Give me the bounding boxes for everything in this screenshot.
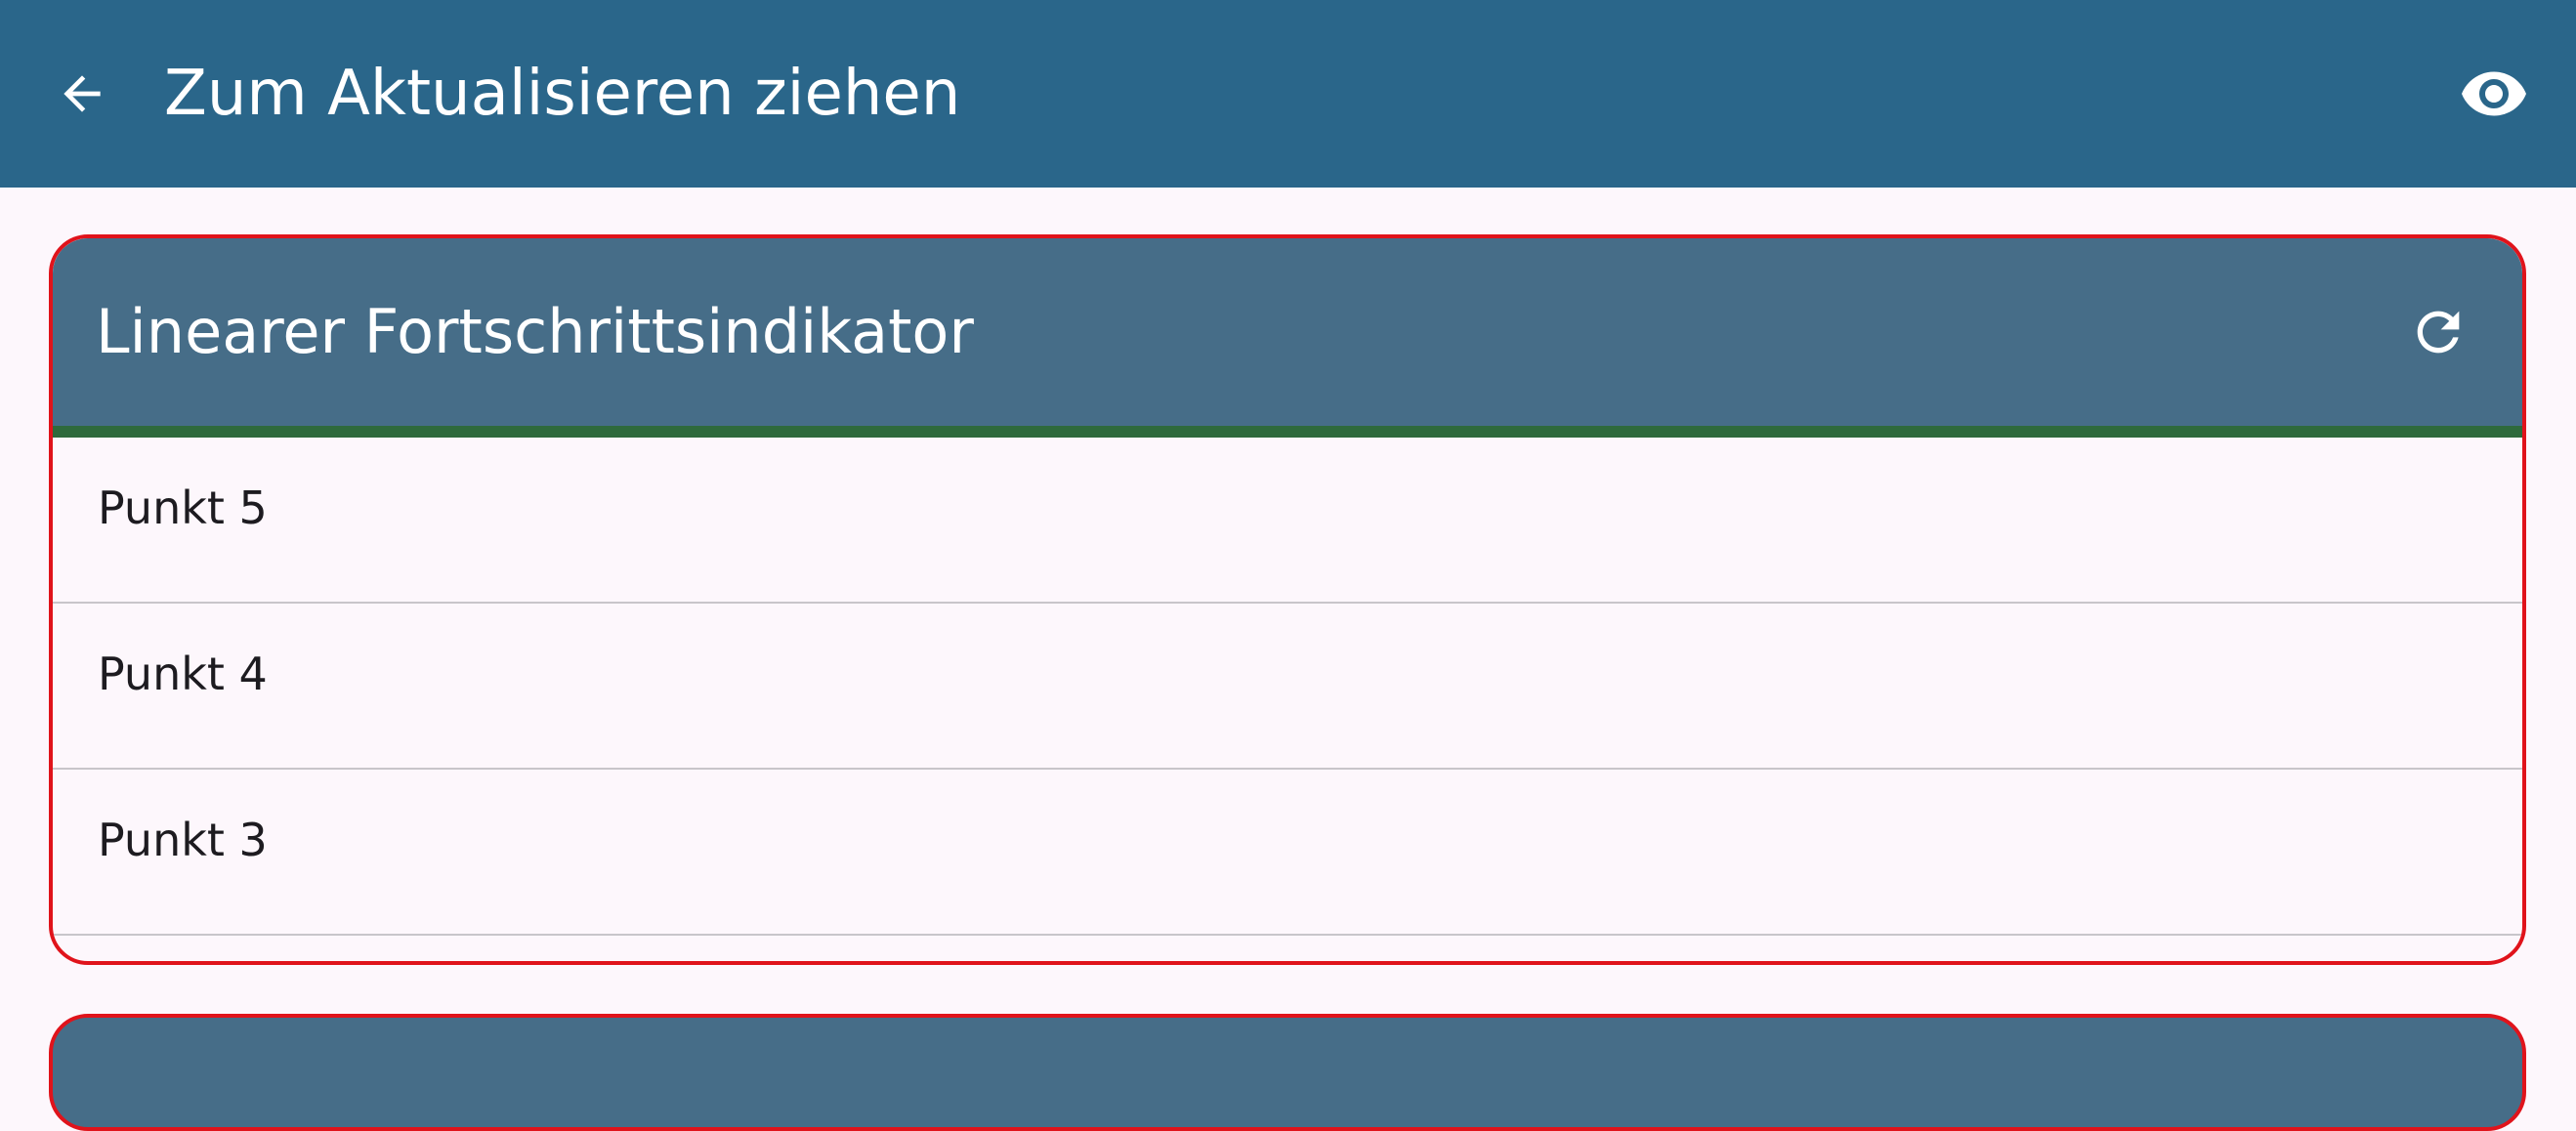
- arrow-back-icon: [63, 75, 101, 112]
- card-title: Linearer Fortschrittsindikator: [96, 296, 974, 367]
- top-app-bar: Zum Aktualisieren ziehen: [0, 0, 2576, 188]
- page-title: Zum Aktualisieren ziehen: [164, 58, 961, 130]
- visibility-toggle-button[interactable]: [2447, 53, 2541, 135]
- progress-fill: [53, 426, 2522, 438]
- item-list: Punkt 5 Punkt 4 Punkt 3: [53, 438, 2522, 936]
- refresh-icon: [2417, 311, 2460, 354]
- list-item[interactable]: Punkt 4: [53, 604, 2522, 770]
- list-item-label: Punkt 3: [98, 814, 268, 866]
- list-item-label: Punkt 4: [98, 648, 268, 700]
- next-card-header: [49, 1014, 2526, 1131]
- card-header: Linearer Fortschrittsindikator: [53, 238, 2522, 426]
- list-item-label: Punkt 5: [98, 482, 268, 534]
- eye-icon: [2462, 71, 2526, 116]
- back-button[interactable]: [47, 53, 117, 135]
- refresh-button[interactable]: [2393, 287, 2483, 377]
- list-item[interactable]: Punkt 5: [53, 438, 2522, 604]
- list-item[interactable]: Punkt 3: [53, 770, 2522, 936]
- linear-progress-indicator: [53, 426, 2522, 438]
- progress-card: Linearer Fortschrittsindikator Punkt 5 P…: [49, 234, 2526, 965]
